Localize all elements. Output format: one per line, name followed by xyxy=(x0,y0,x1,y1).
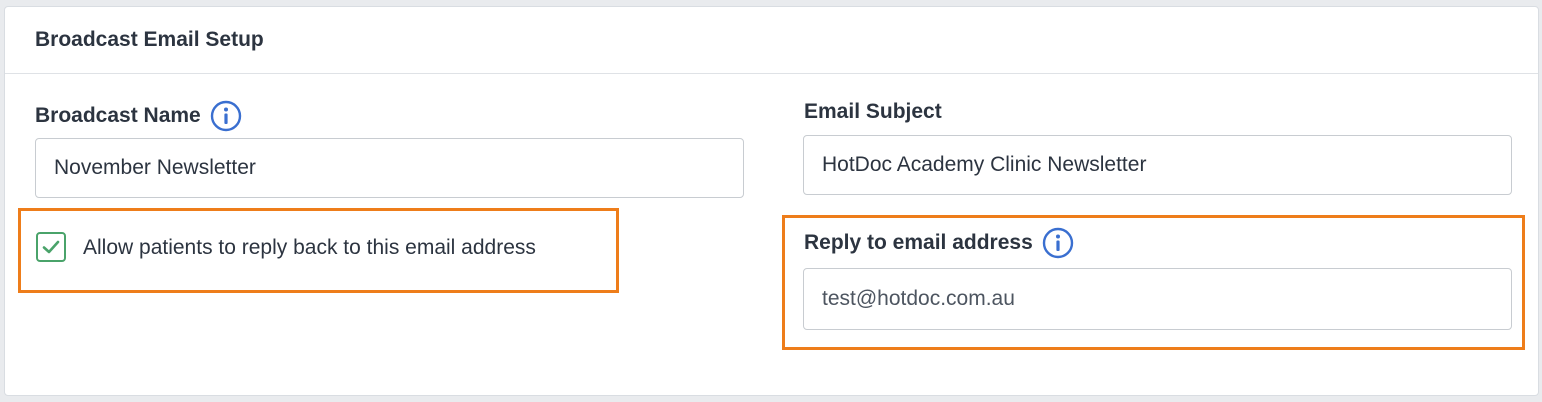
broadcast-name-label: Broadcast Name xyxy=(35,104,201,127)
broadcast-name-label-row: Broadcast Name xyxy=(35,100,242,132)
card-title: Broadcast Email Setup xyxy=(35,28,264,51)
info-icon[interactable] xyxy=(210,100,242,132)
broadcast-email-setup-card: Broadcast Email Setup Broadcast Name Ema… xyxy=(4,6,1539,396)
reply-to-label: Reply to email address xyxy=(804,231,1033,254)
email-subject-label: Email Subject xyxy=(804,100,942,123)
allow-reply-label[interactable]: Allow patients to reply back to this ema… xyxy=(83,236,536,260)
broadcast-name-input[interactable] xyxy=(35,138,744,198)
card-header: Broadcast Email Setup xyxy=(5,7,1538,74)
email-subject-input[interactable] xyxy=(803,135,1512,195)
check-icon xyxy=(42,240,60,254)
email-subject-label-row: Email Subject xyxy=(804,100,942,124)
allow-reply-checkbox[interactable] xyxy=(36,232,66,262)
reply-to-label-row: Reply to email address xyxy=(804,227,1074,259)
reply-to-email-input[interactable] xyxy=(803,268,1512,330)
info-icon[interactable] xyxy=(1042,227,1074,259)
